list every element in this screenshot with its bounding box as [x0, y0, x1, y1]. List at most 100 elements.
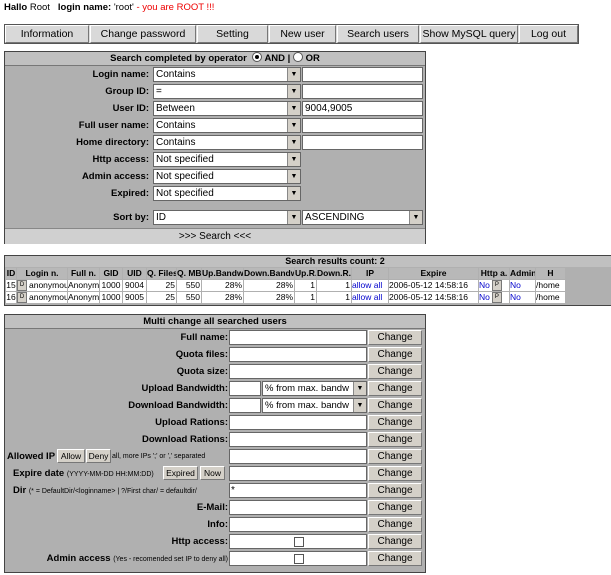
http-access-value[interactable]: No: [479, 280, 490, 290]
quota-files-input[interactable]: [229, 347, 367, 362]
col-up-r-header: Up.R.: [295, 268, 316, 279]
full-name-operator-select[interactable]: Contains ▼: [153, 118, 301, 133]
change-email-button[interactable]: Change: [368, 500, 422, 515]
expire-date-label-group: Expire date (YYYY-MM-DD HH:MM:DD): [13, 465, 155, 482]
dir-input[interactable]: *: [229, 483, 367, 498]
admin-access-value: Not specified: [156, 171, 214, 182]
dropdown-arrow-icon: ▼: [287, 119, 300, 132]
change-allowed-ip-button[interactable]: Change: [368, 449, 422, 464]
dropdown-arrow-icon: ▼: [287, 170, 300, 183]
deny-button[interactable]: Deny: [86, 449, 111, 463]
allowed-ip-input[interactable]: [229, 449, 367, 464]
delete-user-button[interactable]: D: [17, 292, 27, 303]
change-dir-button[interactable]: Change: [368, 483, 422, 498]
user-id-operator-value: Between: [156, 103, 195, 114]
change-upload-rations-button[interactable]: Change: [368, 415, 422, 430]
expired-select[interactable]: Not specified ▼: [153, 186, 301, 201]
search-button[interactable]: >>> Search <<<: [5, 228, 425, 244]
expire-date-input[interactable]: [229, 466, 367, 481]
download-rations-input[interactable]: [229, 432, 367, 447]
col-uid-cell: 9005: [123, 292, 146, 303]
change-upload-bandwidth-button[interactable]: Change: [368, 381, 422, 396]
upload-bandwidth-unit-select[interactable]: % from max. bandw ▼: [262, 381, 367, 396]
change-full-name-button[interactable]: Change: [368, 330, 422, 345]
login-name-operator-select[interactable]: Contains ▼: [153, 67, 301, 82]
greeting-line: Hallo Root login name: 'root' - you are …: [4, 2, 214, 13]
dropdown-arrow-icon: ▼: [287, 187, 300, 200]
admin-access-note: (Yes - recomended set IP to deny all): [113, 556, 228, 563]
http-access-label: Http access:: [92, 154, 150, 165]
col-full-cell: Anonymous: [68, 292, 99, 303]
multi-row-expire-date: Expire date (YYYY-MM-DD HH:MM:DD) Expire…: [5, 465, 425, 482]
col-ip-cell[interactable]: allow all: [352, 292, 388, 303]
email-input[interactable]: [229, 500, 367, 515]
change-download-rations-button[interactable]: Change: [368, 432, 422, 447]
group-id-input[interactable]: [302, 84, 423, 99]
download-bandwidth-input[interactable]: [229, 398, 261, 413]
col-id-cell: 16: [6, 292, 16, 303]
change-quota-files-button[interactable]: Change: [368, 347, 422, 362]
col-full-header: Full n.: [68, 268, 99, 279]
group-id-operator-select[interactable]: = ▼: [153, 84, 301, 99]
col-down-bandw-cell: 28%: [244, 280, 294, 291]
admin-access-checkbox[interactable]: [294, 554, 304, 564]
nav-log-out[interactable]: Log out: [519, 25, 578, 43]
col-admin-cell[interactable]: No: [510, 280, 535, 291]
dropdown-arrow-icon: ▼: [287, 85, 300, 98]
home-directory-input[interactable]: [302, 135, 423, 150]
http-access-checkbox[interactable]: [294, 537, 304, 547]
or-radio[interactable]: [292, 52, 303, 62]
http-access-select[interactable]: Not specified ▼: [153, 152, 301, 167]
admin-access-select[interactable]: Not specified ▼: [153, 169, 301, 184]
nav-information[interactable]: Information: [5, 25, 89, 43]
multi-change-panel: Multi change all searched users Full nam…: [4, 314, 426, 573]
home-directory-operator-select[interactable]: Contains ▼: [153, 135, 301, 150]
http-password-button[interactable]: P: [491, 280, 502, 291]
col-http-cell[interactable]: No P: [479, 280, 509, 291]
expired-value: Not specified: [156, 188, 214, 199]
download-bandwidth-unit-select[interactable]: % from max. bandw ▼: [262, 398, 367, 413]
quota-size-input[interactable]: [229, 364, 367, 379]
search-row-http: Http access: Not specified ▼: [5, 151, 425, 168]
full-user-name-input[interactable]: [302, 118, 423, 133]
expired-button[interactable]: Expired: [163, 466, 198, 480]
full-name-input[interactable]: [229, 330, 367, 345]
col-ip-cell[interactable]: allow all: [352, 280, 388, 291]
change-http-access-button[interactable]: Change: [368, 534, 422, 549]
sort-order-select[interactable]: ASCENDING ▼: [302, 210, 423, 225]
upload-bandwidth-label: Upload Bandwidth:: [141, 383, 228, 394]
nav-setting[interactable]: Setting: [197, 25, 268, 43]
nav-show-mysql-query[interactable]: Show MySQL query: [420, 25, 518, 43]
col-qmb-cell: 550: [177, 280, 201, 291]
search-row-login: Login name: Contains ▼: [5, 66, 425, 83]
http-password-button[interactable]: P: [491, 292, 502, 303]
nav-search-users[interactable]: Search users: [337, 25, 419, 43]
http-access-value[interactable]: No: [479, 292, 490, 302]
change-info-button[interactable]: Change: [368, 517, 422, 532]
col-admin-cell[interactable]: No: [510, 292, 535, 303]
sort-field-select[interactable]: ID ▼: [153, 210, 301, 225]
col-http-cell[interactable]: No P: [479, 292, 509, 303]
col-gid-cell: 1000: [100, 292, 122, 303]
nav-new-user[interactable]: New user: [269, 25, 336, 43]
dropdown-arrow-icon: ▼: [353, 382, 366, 395]
login-label: login name:: [57, 2, 112, 13]
allow-button[interactable]: Allow: [57, 449, 85, 463]
upload-rations-input[interactable]: [229, 415, 367, 430]
nav-change-password[interactable]: Change password: [90, 25, 196, 43]
user-id-input[interactable]: 9004,9005: [302, 101, 423, 116]
user-id-operator-select[interactable]: Between ▼: [153, 101, 301, 116]
delete-user-button[interactable]: D: [17, 280, 27, 291]
change-admin-access-button[interactable]: Change: [368, 551, 422, 566]
and-radio[interactable]: [252, 52, 263, 62]
login-name-input[interactable]: [302, 67, 423, 82]
info-input[interactable]: [229, 517, 367, 532]
download-rations-label: Download Rations:: [141, 434, 228, 445]
download-bandwidth-label: Download Bandwidth:: [128, 400, 228, 411]
change-download-bandwidth-button[interactable]: Change: [368, 398, 422, 413]
upload-bandwidth-input[interactable]: [229, 381, 261, 396]
now-button[interactable]: Now: [200, 466, 225, 480]
change-quota-size-button[interactable]: Change: [368, 364, 422, 379]
change-expire-date-button[interactable]: Change: [368, 466, 422, 481]
login-name-operator-value: Contains: [156, 69, 196, 80]
